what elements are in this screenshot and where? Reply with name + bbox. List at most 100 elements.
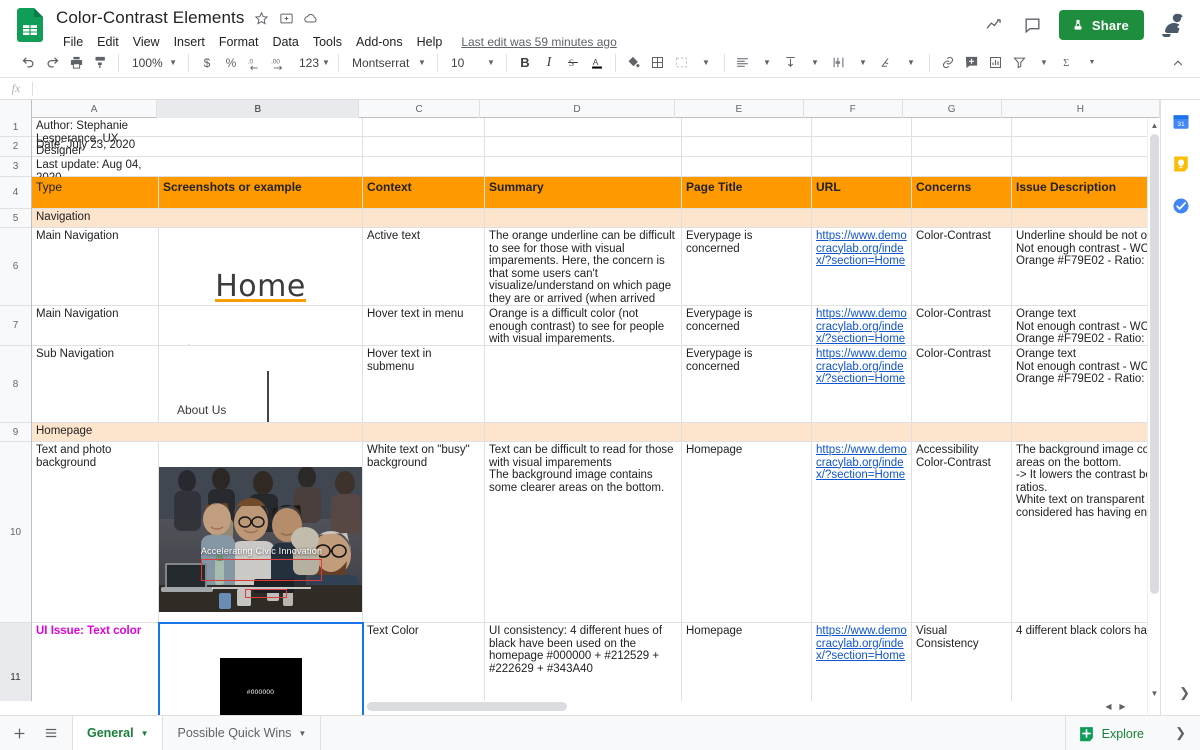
column-header-b[interactable]: B: [157, 100, 360, 118]
cell-f8-url[interactable]: https://www.democracylab.org/index/?sect…: [812, 346, 912, 423]
cell-d7-summary[interactable]: Orange is a difficult color (not enough …: [485, 306, 682, 346]
scroll-right-icon[interactable]: ▶: [1116, 700, 1129, 712]
scroll-up-icon[interactable]: ▲: [1149, 120, 1160, 131]
url-link[interactable]: https://www.democracylab.org/index/?sect…: [816, 625, 907, 662]
insert-chart-icon[interactable]: [984, 51, 1008, 75]
cell-d5[interactable]: [485, 209, 682, 228]
strikethrough-button[interactable]: S: [561, 51, 585, 75]
merge-options-chevron-icon[interactable]: ▼: [694, 51, 718, 75]
cell-b1[interactable]: [159, 118, 363, 137]
move-to-folder-icon[interactable]: [278, 10, 294, 26]
cell-b3[interactable]: [159, 157, 363, 177]
column-header-f[interactable]: F: [804, 100, 903, 118]
filter-icon[interactable]: [1008, 51, 1032, 75]
cell-d6-summary[interactable]: The orange underline can be difficult to…: [485, 228, 682, 306]
redo-icon[interactable]: [40, 51, 64, 75]
cell-d2[interactable]: [485, 137, 682, 157]
cell-g9[interactable]: [912, 423, 1012, 442]
cell-b5[interactable]: [159, 209, 363, 228]
share-button[interactable]: Share: [1058, 10, 1144, 40]
cell-f9[interactable]: [812, 423, 912, 442]
column-header-c[interactable]: C: [359, 100, 481, 118]
vertical-scrollbar[interactable]: ▲ ▼: [1147, 118, 1160, 715]
column-header-g[interactable]: G: [903, 100, 1002, 118]
last-edit-status[interactable]: Last edit was 59 minutes ago: [461, 35, 616, 49]
row-header-8[interactable]: 8: [0, 346, 31, 423]
cell-e8-page-title[interactable]: Everypage is concerned: [682, 346, 812, 423]
cell-a2[interactable]: Date: July 23, 2020: [32, 137, 159, 157]
text-wrapping-icon[interactable]: [827, 51, 851, 75]
header-cell-context[interactable]: Context: [363, 177, 485, 209]
comment-history-icon[interactable]: [1021, 13, 1045, 37]
chevron-down-icon[interactable]: ▼: [1032, 51, 1056, 75]
cell-b10-photo-example[interactable]: Accelerating Civic Innovation: [159, 442, 363, 623]
cell-a10-type[interactable]: Text and photo background: [32, 442, 159, 623]
cell-e1[interactable]: [682, 118, 812, 137]
explore-button[interactable]: Explore: [1064, 716, 1156, 750]
google-calendar-icon[interactable]: 31: [1171, 112, 1191, 132]
cell-f7-url[interactable]: https://www.democracylab.org/index/?sect…: [812, 306, 912, 346]
expand-bottom-panel-icon[interactable]: ❯: [1175, 725, 1186, 741]
row-header-7[interactable]: 7: [0, 306, 31, 346]
chevron-down-icon[interactable]: ▼: [851, 51, 875, 75]
cell-a1[interactable]: Author: Stephanie Lesperance, UX Designe…: [32, 118, 159, 157]
cell-c8-context[interactable]: Hover text in submenu: [363, 346, 485, 423]
url-link[interactable]: https://www.democracylab.org/index/?sect…: [816, 348, 907, 385]
scroll-left-icon[interactable]: ◀: [1102, 700, 1115, 712]
cell-c6-context[interactable]: Active text: [363, 228, 485, 306]
section-label-homepage[interactable]: Homepage: [32, 423, 159, 442]
cell-a8-type[interactable]: Sub Navigation: [32, 346, 159, 423]
cell-e5[interactable]: [682, 209, 812, 228]
cell-h7-issue[interactable]: Orange text Not enough contrast - WCAG O…: [1012, 306, 1160, 346]
italic-button[interactable]: I: [537, 51, 561, 75]
cell-e7-page-title[interactable]: Everypage is concerned: [682, 306, 812, 346]
column-header-a[interactable]: A: [32, 100, 158, 118]
sheet-tab-general[interactable]: General ▼: [73, 715, 164, 750]
chevron-down-icon[interactable]: ▼: [899, 51, 923, 75]
add-sheet-icon[interactable]: [6, 720, 32, 746]
number-format-selector[interactable]: 123 ▼: [292, 51, 332, 75]
vertical-align-icon[interactable]: [779, 51, 803, 75]
cell-b8-submenu-example[interactable]: About Us Contact Us News: [159, 346, 363, 423]
cell-g10-concerns[interactable]: Accessibility Color-Contrast: [912, 442, 1012, 623]
section-label-navigation[interactable]: Navigation: [32, 209, 159, 228]
scroll-down-icon[interactable]: ▼: [1149, 688, 1160, 699]
cell-f10-url[interactable]: https://www.democracylab.org/index/?sect…: [812, 442, 912, 623]
undo-icon[interactable]: [16, 51, 40, 75]
cell-e6-page-title[interactable]: Everypage is concerned: [682, 228, 812, 306]
all-sheets-icon[interactable]: [38, 720, 64, 746]
cell-g7-concerns[interactable]: Color-Contrast: [912, 306, 1012, 346]
row-header-6[interactable]: 6: [0, 228, 31, 306]
cell-b11-color-swatch-example[interactable]: #000000: [158, 622, 364, 715]
cell-e2[interactable]: [682, 137, 812, 157]
chevron-down-icon[interactable]: ▼: [803, 51, 827, 75]
select-all-corner[interactable]: [0, 100, 32, 118]
cell-g5[interactable]: [912, 209, 1012, 228]
cell-d3[interactable]: [485, 157, 682, 177]
row-header-4[interactable]: 4: [0, 177, 31, 209]
font-family-selector[interactable]: Montserrat ▼: [345, 51, 431, 75]
cell-b2[interactable]: [159, 137, 363, 157]
cell-c1[interactable]: [363, 118, 485, 137]
cell-g1[interactable]: [912, 118, 1012, 137]
collapse-toolbar-icon[interactable]: [1166, 51, 1190, 75]
vertical-scroll-thumb[interactable]: [1150, 134, 1159, 594]
cell-f1[interactable]: [812, 118, 912, 137]
cell-a7-type[interactable]: Main Navigation: [32, 306, 159, 346]
column-header-d[interactable]: D: [480, 100, 676, 118]
cell-f3[interactable]: [812, 157, 912, 177]
activity-dashboard-icon[interactable]: [983, 13, 1007, 37]
header-cell-page-title[interactable]: Page Title: [682, 177, 812, 209]
percent-format-button[interactable]: %: [219, 51, 243, 75]
cell-h3[interactable]: [1012, 157, 1160, 177]
row-header-2[interactable]: 2: [0, 137, 31, 157]
horizontal-align-icon[interactable]: [731, 51, 755, 75]
cell-c3[interactable]: [363, 157, 485, 177]
currency-format-button[interactable]: $: [195, 51, 219, 75]
cell-e10-page-title[interactable]: Homepage: [682, 442, 812, 623]
url-link[interactable]: https://www.democracylab.org/index/?sect…: [816, 308, 907, 345]
google-tasks-icon[interactable]: [1171, 196, 1191, 216]
formula-input[interactable]: [33, 78, 1200, 99]
bold-button[interactable]: B: [513, 51, 537, 75]
cell-g3[interactable]: [912, 157, 1012, 177]
